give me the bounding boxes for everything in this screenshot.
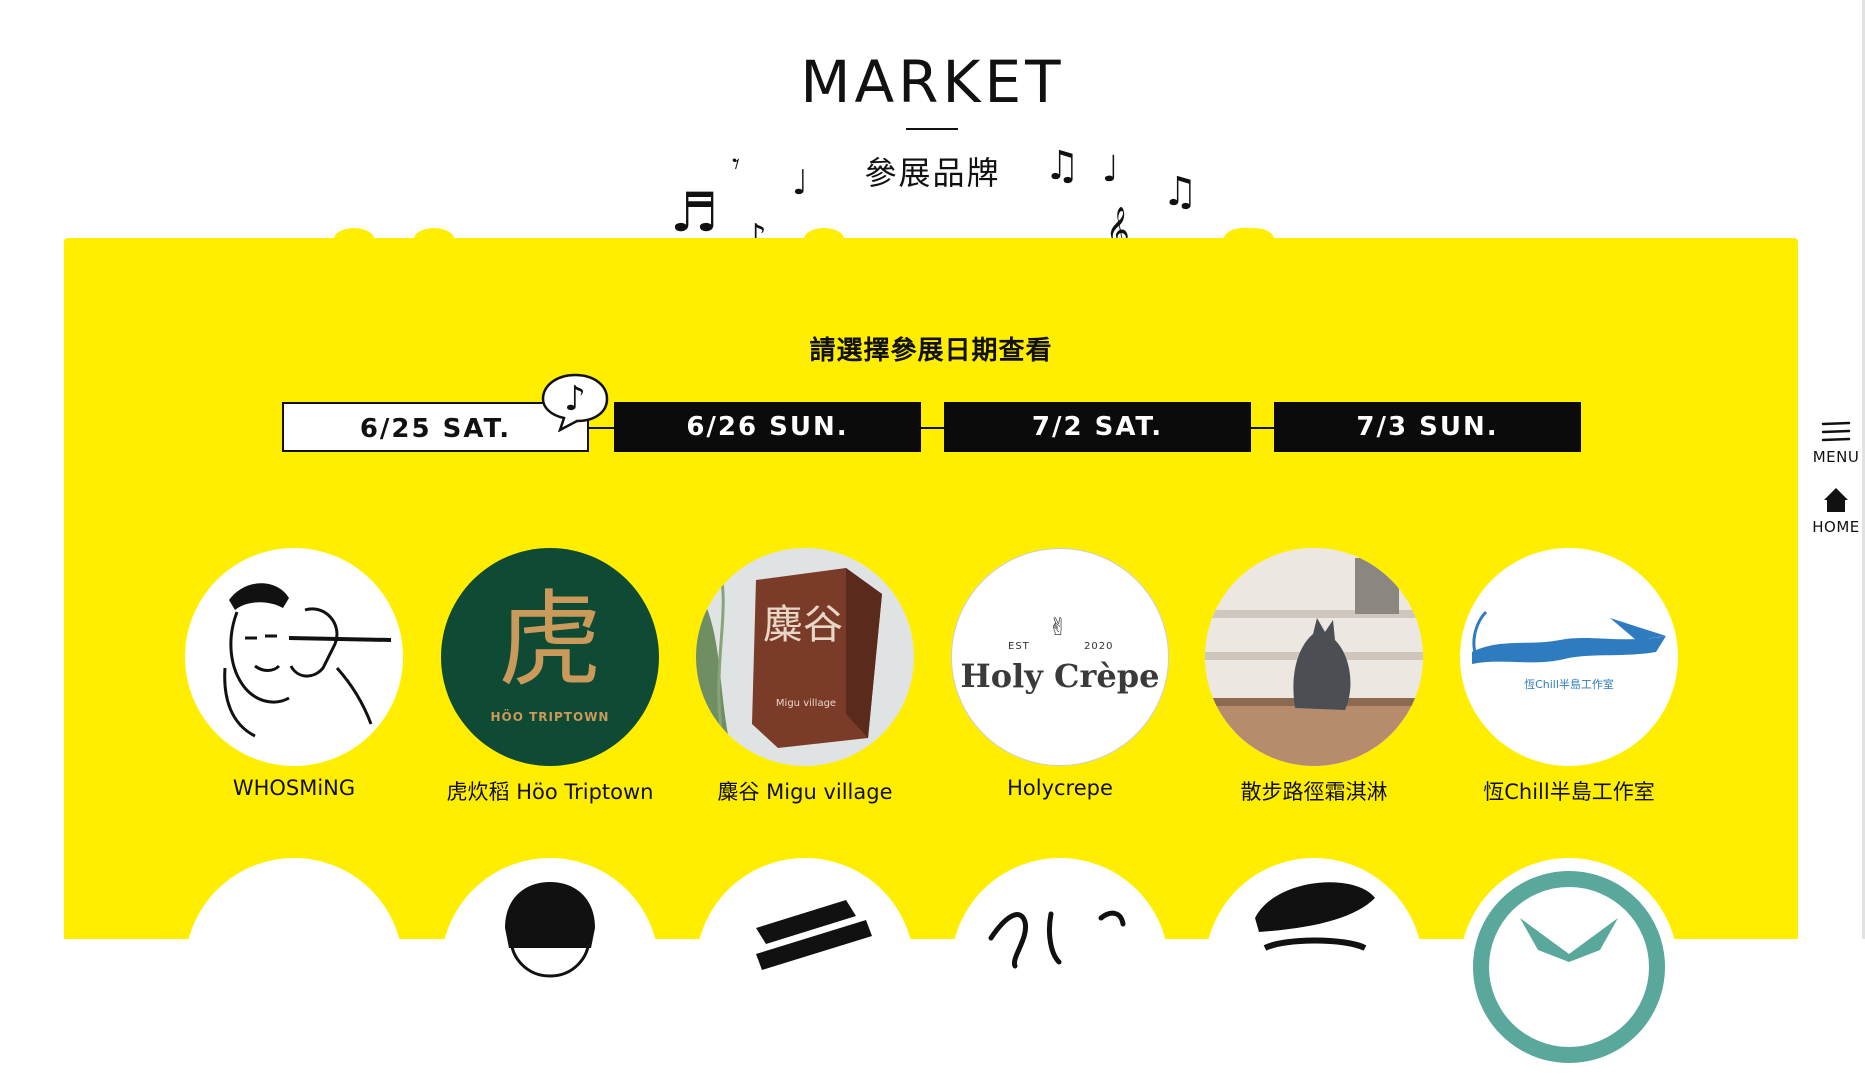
music-note-icon: ♫	[1162, 169, 1198, 215]
brand-logo[interactable]	[1205, 548, 1423, 766]
holycrepe-year: 2020	[1084, 641, 1114, 652]
brand-card[interactable]	[950, 858, 1170, 1076]
brand-name[interactable]: Holycrepe	[950, 776, 1170, 800]
brand-name[interactable]: 虎炊稻 Höo Triptown	[440, 776, 660, 806]
brand-card[interactable]: EST 2020 ✌ Holy Crèpe Holycrepe	[950, 548, 1170, 800]
tab-connector	[918, 427, 946, 429]
stripes-logo	[756, 900, 872, 970]
migu-logo-sub: Migu village	[775, 698, 837, 709]
home-label: HOME	[1812, 518, 1860, 536]
brand-card[interactable]	[1204, 858, 1424, 1076]
brand-logo[interactable]	[951, 858, 1169, 1076]
hand-sign-icon: ✌	[1048, 613, 1069, 641]
teal-emblem-logo	[1473, 871, 1665, 1063]
music-notes-icon: ♬	[670, 181, 719, 244]
brand-name[interactable]: 散步路徑霜淇淋	[1204, 776, 1424, 806]
brand-logo[interactable]	[185, 858, 403, 1076]
brand-logo[interactable]	[185, 548, 403, 766]
girl-illustration	[505, 882, 595, 978]
script-logo	[988, 910, 1126, 969]
title-divider	[906, 128, 958, 130]
brand-logo[interactable]	[441, 858, 659, 1076]
music-rest-icon: 𝄾	[732, 147, 740, 182]
hengchill-logo-text: 恆Chill半島工作室	[1524, 678, 1614, 691]
hoo-logo-mark: 虎	[497, 579, 602, 701]
bun-logo	[1255, 882, 1375, 951]
home-button[interactable]: HOME	[1806, 486, 1865, 536]
brand-logo[interactable]: 恆Chill半島工作室	[1460, 548, 1678, 766]
hengchill-logo	[1472, 610, 1666, 664]
menu-label: MENU	[1812, 448, 1860, 466]
brand-card[interactable]: 恆Chill半島工作室 恆Chill半島工作室	[1459, 548, 1679, 806]
holycrepe-logo-text: Holy Crèpe	[960, 657, 1160, 695]
menu-button[interactable]: MENU	[1806, 420, 1865, 466]
brand-card[interactable]: 麋谷 Migu village 麋谷 Migu village	[695, 548, 915, 806]
svg-text:♪: ♪	[564, 379, 586, 419]
side-nav: MENU HOME	[1806, 420, 1865, 540]
page-title-en: MARKET	[800, 48, 1065, 116]
hamburger-menu-icon	[1821, 421, 1851, 442]
cat-photo	[1205, 548, 1423, 766]
brand-logo[interactable]: EST 2020 ✌ Holy Crèpe	[951, 548, 1169, 766]
tab-date-0703[interactable]: 7/3 SUN.	[1274, 402, 1581, 452]
speech-bubble-note-icon: ♪	[541, 373, 609, 432]
page-title-zh: 參展品牌	[864, 154, 1001, 192]
music-note-icon: ♩	[792, 163, 809, 203]
migu-photo	[696, 557, 882, 766]
brand-logo[interactable]: 麋谷 Migu village	[696, 548, 914, 766]
brand-card[interactable]	[440, 858, 660, 1076]
migu-logo-text: 麋谷	[763, 602, 843, 648]
whosming-logo	[223, 583, 392, 738]
brand-card[interactable]	[695, 858, 915, 1076]
date-select-prompt: 請選擇參展日期查看	[809, 336, 1053, 366]
brand-card[interactable]: WHOSMiNG	[184, 548, 404, 800]
music-note-icon: ♩	[1102, 149, 1119, 190]
brand-name[interactable]: WHOSMiNG	[184, 776, 404, 800]
page-header: MARKET 參展品牌 ♬ 𝄾 ♩ ♪ ♫ ♩ ♫ 𝄞	[0, 0, 1865, 254]
brand-card[interactable]: 虎 HÖO TRIPTOWN 虎炊稻 Höo Triptown	[440, 548, 660, 806]
brand-name[interactable]: 恆Chill半島工作室	[1459, 776, 1679, 806]
brand-logo[interactable]	[1460, 858, 1678, 1076]
brand-logo[interactable]: 虎 HÖO TRIPTOWN	[441, 548, 659, 766]
brand-logo[interactable]	[696, 858, 914, 1076]
tab-date-0626[interactable]: 6/26 SUN.	[614, 402, 921, 452]
brand-card[interactable]: 散步路徑霜淇淋	[1204, 548, 1424, 806]
tab-date-0702[interactable]: 7/2 SAT.	[944, 402, 1251, 452]
brand-name[interactable]: 麋谷 Migu village	[695, 776, 915, 806]
music-note-icon: ♫	[1044, 143, 1080, 189]
brand-card[interactable]	[1459, 858, 1679, 1076]
hoo-logo-text: HÖO TRIPTOWN	[490, 710, 610, 724]
brand-card[interactable]	[184, 858, 404, 1076]
holycrepe-est: EST	[1008, 641, 1030, 652]
brand-logo[interactable]	[1205, 858, 1423, 1076]
home-icon	[1824, 488, 1848, 512]
